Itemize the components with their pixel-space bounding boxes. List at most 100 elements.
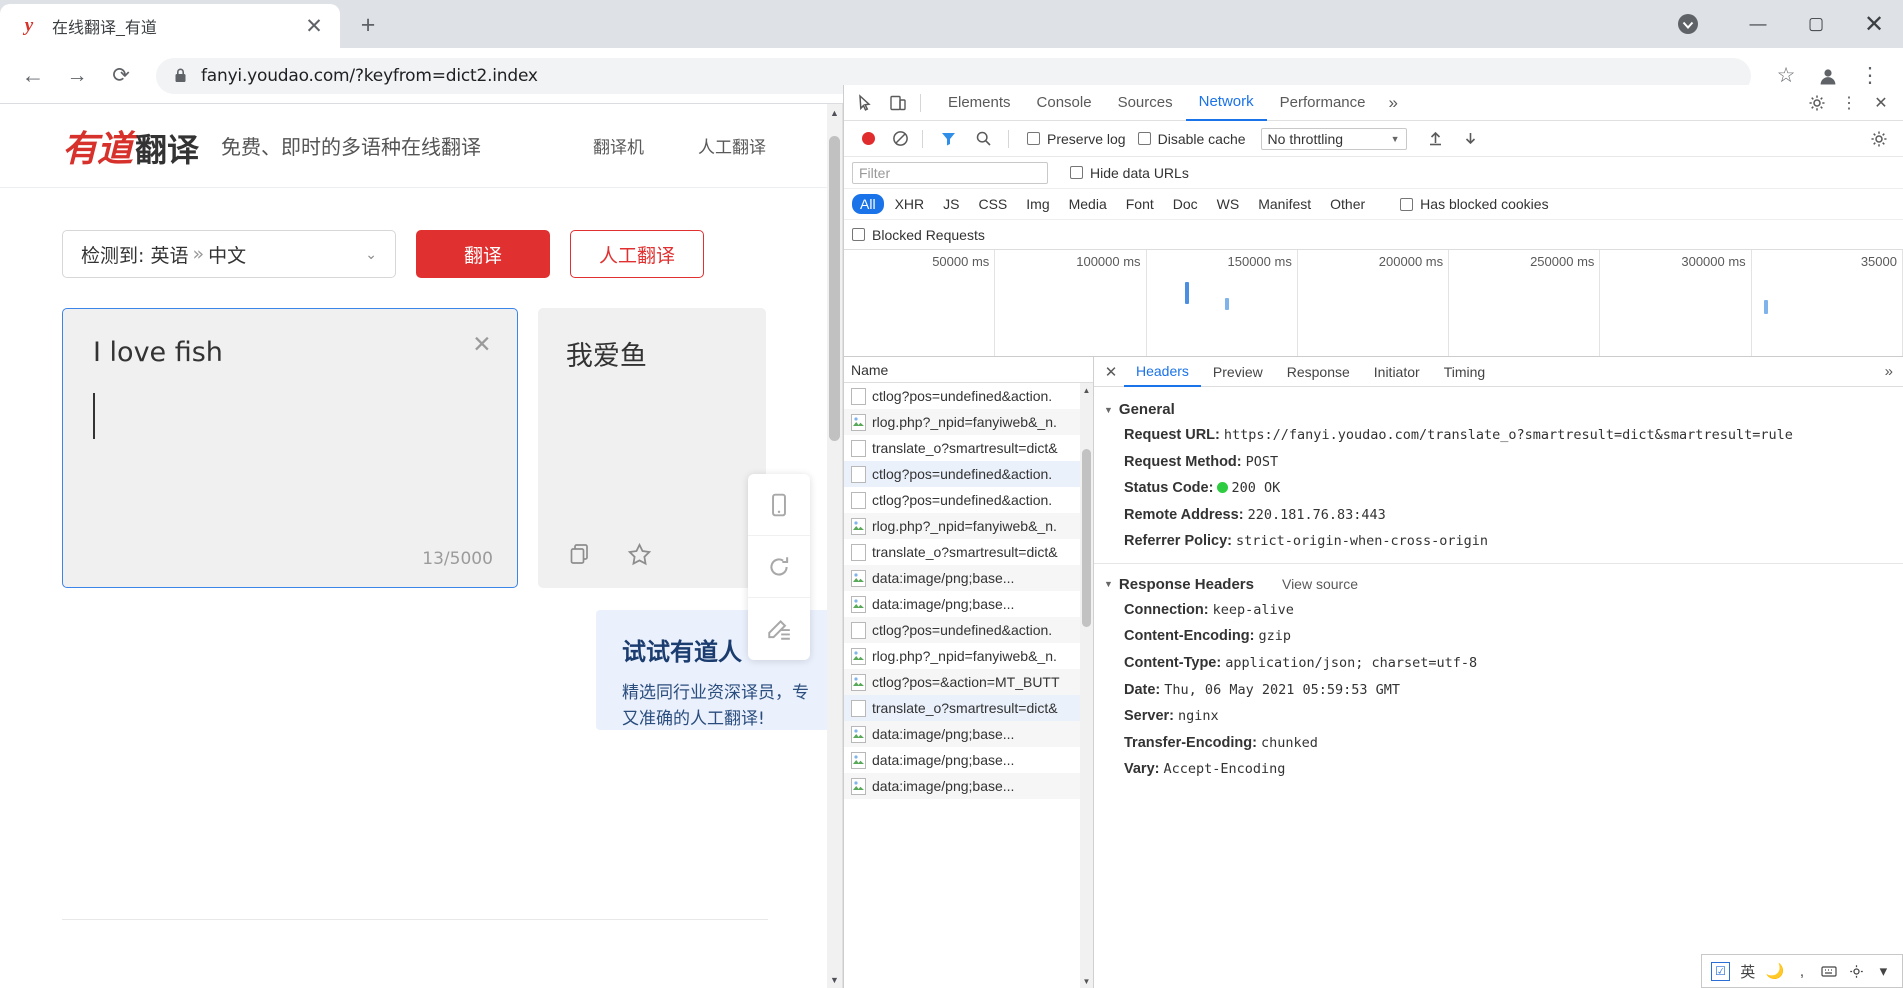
- request-row[interactable]: data:image/png;base...: [844, 773, 1093, 799]
- type-filter-other[interactable]: Other: [1322, 194, 1373, 214]
- browser-tab[interactable]: y 在线翻译_有道 ✕: [0, 4, 340, 48]
- tab-elements[interactable]: Elements: [935, 85, 1024, 121]
- scroll-up-icon[interactable]: ▲: [1080, 383, 1093, 397]
- request-row[interactable]: ctlog?pos=undefined&action.: [844, 461, 1093, 487]
- translate-button[interactable]: 翻译: [416, 230, 550, 278]
- detail-tab-headers[interactable]: Headers: [1124, 357, 1201, 387]
- nav-link-human-translation[interactable]: 人工翻译: [698, 133, 766, 158]
- tab-sources[interactable]: Sources: [1105, 85, 1186, 121]
- type-filter-font[interactable]: Font: [1118, 194, 1162, 214]
- type-filter-js[interactable]: JS: [935, 194, 967, 214]
- request-rows-container[interactable]: ctlog?pos=undefined&action. rlog.php?_npi…: [844, 383, 1093, 988]
- youdao-logo[interactable]: 有道 翻译: [62, 120, 199, 172]
- forward-icon[interactable]: →: [58, 57, 96, 95]
- tab-network[interactable]: Network: [1185, 85, 1267, 121]
- record-icon[interactable]: [852, 124, 884, 154]
- request-row[interactable]: data:image/png;base...: [844, 721, 1093, 747]
- request-row[interactable]: data:image/png;base...: [844, 591, 1093, 617]
- shield-icon[interactable]: [1665, 0, 1711, 48]
- type-filter-ws[interactable]: WS: [1209, 194, 1248, 214]
- tab-console[interactable]: Console: [1024, 85, 1105, 121]
- filter-input[interactable]: Filter: [852, 161, 1048, 184]
- page-scroll-thumb[interactable]: [829, 136, 840, 441]
- tab-performance[interactable]: Performance: [1267, 85, 1379, 121]
- minimize-button[interactable]: —: [1729, 0, 1787, 48]
- request-row[interactable]: rlog.php?_npid=fanyiweb&_n.: [844, 409, 1093, 435]
- copy-icon[interactable]: [566, 540, 594, 568]
- request-row[interactable]: translate_o?smartresult=dict&: [844, 695, 1093, 721]
- request-scroll-thumb[interactable]: [1082, 449, 1091, 627]
- gear-icon[interactable]: [1801, 88, 1833, 118]
- clear-input-icon[interactable]: ✕: [469, 331, 495, 357]
- request-row[interactable]: translate_o?smartresult=dict&: [844, 435, 1093, 461]
- arrow-icon[interactable]: ▾: [1871, 958, 1896, 984]
- request-row[interactable]: rlog.php?_npid=fanyiweb&_n.: [844, 513, 1093, 539]
- search-icon[interactable]: [967, 124, 999, 154]
- export-har-icon[interactable]: [1455, 124, 1487, 154]
- lang-icon[interactable]: 英: [1735, 958, 1760, 984]
- request-row[interactable]: data:image/png;base...: [844, 747, 1093, 773]
- request-row[interactable]: translate_o?smartresult=dict&: [844, 539, 1093, 565]
- type-filter-img[interactable]: Img: [1018, 194, 1057, 214]
- scroll-up-icon[interactable]: ▲: [827, 104, 842, 121]
- type-filter-xhr[interactable]: XHR: [887, 194, 933, 214]
- nav-link-translator-device[interactable]: 翻译机: [593, 133, 644, 158]
- star-icon[interactable]: [626, 540, 654, 568]
- new-tab-button[interactable]: +: [354, 11, 382, 39]
- import-har-icon[interactable]: [1420, 124, 1452, 154]
- punct-icon[interactable]: ,: [1789, 958, 1814, 984]
- scroll-down-icon[interactable]: ▼: [827, 971, 842, 988]
- hide-data-urls-checkbox[interactable]: Hide data URLs: [1070, 165, 1189, 181]
- gear-icon[interactable]: [1844, 958, 1869, 984]
- inspect-icon[interactable]: [850, 88, 882, 118]
- close-detail-icon[interactable]: ✕: [1098, 359, 1124, 385]
- preserve-log-checkbox[interactable]: Preserve log: [1027, 131, 1126, 147]
- filter-icon[interactable]: [932, 124, 964, 154]
- devtools-kebab-icon[interactable]: ⋮: [1833, 88, 1865, 118]
- detail-tab-preview[interactable]: Preview: [1201, 357, 1275, 387]
- language-selector[interactable]: 检测到: 英语 » 中文 ⌄: [62, 230, 396, 278]
- devtools-close-icon[interactable]: ✕: [1865, 88, 1897, 118]
- page-scrollbar[interactable]: ▲ ▼: [827, 104, 842, 988]
- back-icon[interactable]: ←: [14, 57, 52, 95]
- maximize-button[interactable]: ▢: [1787, 0, 1845, 48]
- type-filter-media[interactable]: Media: [1061, 194, 1115, 214]
- request-row[interactable]: ctlog?pos=undefined&action.: [844, 487, 1093, 513]
- moon-icon[interactable]: 🌙: [1762, 958, 1787, 984]
- refresh-icon[interactable]: [748, 536, 810, 598]
- feedback-icon[interactable]: [748, 598, 810, 660]
- has-blocked-cookies-checkbox[interactable]: Has blocked cookies: [1400, 196, 1549, 212]
- request-list-header[interactable]: Name: [844, 357, 1093, 383]
- reload-icon[interactable]: ⟳: [102, 57, 140, 95]
- type-filter-manifest[interactable]: Manifest: [1250, 194, 1319, 214]
- request-row[interactable]: ctlog?pos=undefined&action.: [844, 617, 1093, 643]
- response-headers-section-title[interactable]: ▼ Response Headers View source: [1094, 572, 1903, 597]
- more-tabs-icon[interactable]: »: [1379, 93, 1408, 113]
- request-row[interactable]: ctlog?pos=undefined&action.: [844, 383, 1093, 409]
- close-window-button[interactable]: ✕: [1845, 0, 1903, 48]
- clear-icon[interactable]: [887, 126, 913, 152]
- tab-close-icon[interactable]: ✕: [300, 12, 328, 40]
- checkbox-icon[interactable]: ☑: [1708, 958, 1733, 984]
- mobile-icon[interactable]: [748, 474, 810, 536]
- type-filter-all[interactable]: All: [852, 194, 884, 214]
- request-list-scrollbar[interactable]: ▲ ▼: [1080, 383, 1093, 988]
- blocked-requests-checkbox[interactable]: Blocked Requests: [852, 227, 985, 243]
- disable-cache-checkbox[interactable]: Disable cache: [1137, 131, 1246, 147]
- detail-tab-timing[interactable]: Timing: [1432, 357, 1498, 387]
- request-row[interactable]: ctlog?pos=&action=MT_BUTT: [844, 669, 1093, 695]
- network-settings-gear-icon[interactable]: [1863, 124, 1895, 154]
- network-overview-timeline[interactable]: 50000 ms 100000 ms 150000 ms 200000 ms 2…: [844, 250, 1903, 357]
- general-section-title[interactable]: ▼ General: [1094, 397, 1903, 422]
- type-filter-doc[interactable]: Doc: [1165, 194, 1206, 214]
- view-source-link[interactable]: View source: [1282, 576, 1358, 592]
- keyboard-icon[interactable]: [1817, 958, 1842, 984]
- throttling-dropdown[interactable]: No throttling ▼: [1260, 127, 1407, 150]
- scroll-down-icon[interactable]: ▼: [1080, 974, 1093, 988]
- detail-tab-response[interactable]: Response: [1275, 357, 1362, 387]
- type-filter-css[interactable]: CSS: [970, 194, 1015, 214]
- more-detail-tabs-icon[interactable]: »: [1875, 363, 1903, 380]
- source-textarea[interactable]: I love fish ✕ 13/5000: [62, 308, 518, 588]
- request-row[interactable]: data:image/png;base...: [844, 565, 1093, 591]
- device-toolbar-icon[interactable]: [882, 88, 914, 118]
